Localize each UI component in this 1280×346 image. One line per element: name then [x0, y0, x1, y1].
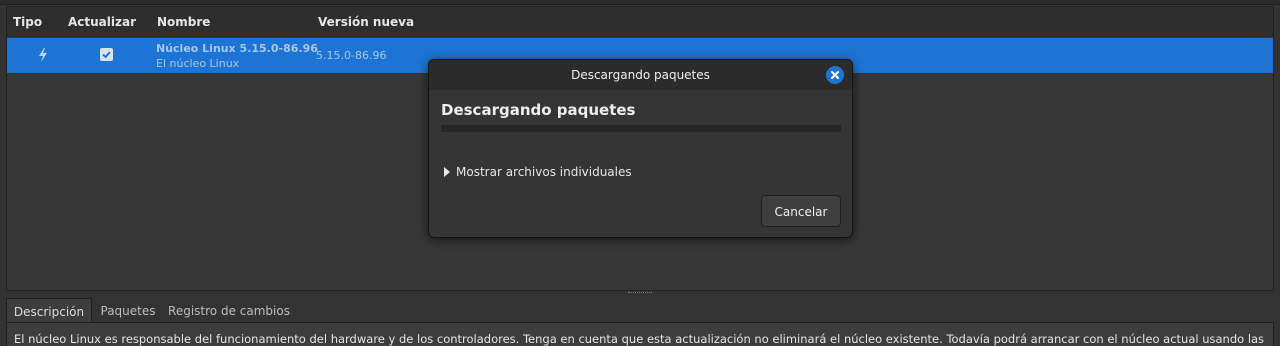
expander-label: Mostrar archivos individuales: [456, 165, 632, 179]
package-description: El núcleo Linux: [156, 57, 240, 70]
window-top-edge: [0, 0, 1280, 5]
column-header-update[interactable]: Actualizar: [68, 15, 136, 29]
dialog-title: Descargando paquetes: [429, 60, 852, 90]
close-button[interactable]: [826, 66, 844, 84]
cancel-button[interactable]: Cancelar: [761, 195, 841, 227]
update-checkbox[interactable]: [100, 48, 113, 61]
column-header-new-version[interactable]: Versión nueva: [318, 15, 414, 29]
column-header-name[interactable]: Nombre: [157, 15, 210, 29]
download-progress-bar: [441, 125, 841, 132]
column-header-type[interactable]: Tipo: [13, 15, 42, 29]
package-name: Núcleo Linux 5.15.0-86.96: [156, 42, 318, 55]
expander-arrow-icon: [444, 167, 450, 177]
show-files-expander[interactable]: Mostrar archivos individuales: [444, 165, 632, 179]
package-new-version: 5.15.0-86.96: [316, 49, 387, 62]
description-text: El núcleo Linux es responsable del funci…: [14, 332, 1265, 346]
tab-packages[interactable]: Paquetes: [94, 298, 162, 322]
table-header: Tipo Actualizar Nombre Versión nueva: [7, 7, 1273, 37]
tab-changelog[interactable]: Registro de cambios: [166, 298, 292, 322]
dialog-heading: Descargando paquetes: [441, 101, 636, 119]
close-icon: [831, 71, 839, 79]
description-panel: El núcleo Linux es responsable del funci…: [6, 322, 1274, 346]
download-dialog: Descargando paquetes Descargando paquete…: [428, 59, 853, 238]
pane-splitter-handle[interactable]: [628, 292, 652, 296]
lightning-icon: [37, 47, 49, 63]
tab-description[interactable]: Descripción: [6, 298, 92, 322]
details-tabs: Descripción Paquetes Registro de cambios: [6, 298, 1274, 322]
